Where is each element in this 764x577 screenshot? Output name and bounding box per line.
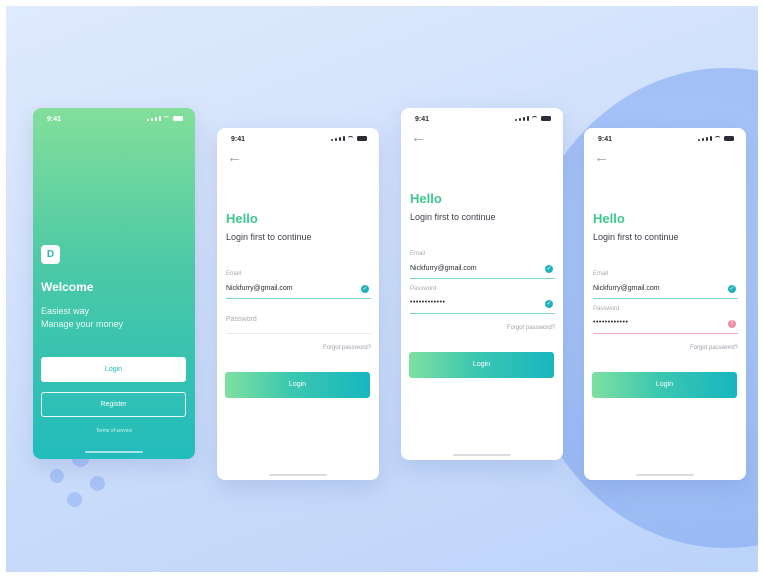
forgot-password-link[interactable]: Forgot password? <box>507 325 555 331</box>
battery-icon <box>173 116 183 121</box>
back-arrow-icon[interactable]: ← <box>594 150 609 165</box>
status-bar: 9:41 <box>584 128 746 150</box>
hello-heading: Hello <box>226 211 258 226</box>
login-button[interactable]: Login <box>592 372 737 398</box>
welcome-phone: 9:41 D Welcome Easiest way Manage your m… <box>33 108 195 459</box>
login-subtitle: Login first to continue <box>226 232 312 242</box>
email-label: Email <box>593 271 609 277</box>
password-label: Password <box>410 286 437 292</box>
forgot-password-link[interactable]: Forgot password? <box>323 345 371 351</box>
login-phone-error: 9:41 ← Hello Login first to continue Ema… <box>584 128 746 480</box>
decor-dot <box>90 476 105 491</box>
login-subtitle: Login first to continue <box>410 212 496 222</box>
signal-icon <box>159 116 161 121</box>
signal-icon <box>155 117 157 121</box>
battery-icon <box>724 136 734 141</box>
signal-icon <box>519 118 521 121</box>
wifi-icon <box>347 136 354 141</box>
decor-dot <box>50 469 64 483</box>
email-label: Email <box>226 271 242 277</box>
battery-icon <box>541 116 551 121</box>
email-field[interactable]: Nickfurry@gmail.com <box>410 265 477 272</box>
signal-icon <box>706 137 708 141</box>
password-valid-check-icon: ✓ <box>545 300 553 308</box>
signal-icon <box>698 139 700 141</box>
status-icons <box>698 136 734 141</box>
wifi-icon <box>531 116 538 121</box>
signal-icon <box>527 116 529 121</box>
signal-icon <box>339 137 341 141</box>
wifi-icon <box>714 136 721 141</box>
email-field[interactable]: Nickfurry@gmail.com <box>226 285 293 292</box>
battery-icon <box>357 136 367 141</box>
app-logo: D <box>41 245 60 264</box>
password-underline <box>226 333 371 334</box>
password-underline-error <box>593 333 738 334</box>
status-time: 9:41 <box>231 136 246 143</box>
password-field[interactable]: •••••••••••• <box>410 299 445 306</box>
login-button[interactable]: Login <box>225 372 370 398</box>
tagline-line2: Manage your money <box>41 319 124 329</box>
back-arrow-icon[interactable]: ← <box>227 150 242 165</box>
home-indicator <box>453 454 511 456</box>
status-icons <box>515 116 551 121</box>
hello-heading: Hello <box>593 211 625 226</box>
signal-icon <box>335 138 337 141</box>
back-arrow-icon[interactable]: ← <box>411 130 426 145</box>
login-phone-valid: 9:41 ← Hello Login first to continue Ema… <box>401 108 563 460</box>
email-field[interactable]: Nickfurry@gmail.com <box>593 285 660 292</box>
home-indicator <box>636 474 694 476</box>
password-field[interactable]: Password <box>226 316 257 323</box>
password-field[interactable]: •••••••••••• <box>593 319 628 326</box>
password-error-icon: ! <box>728 320 736 328</box>
register-button[interactable]: Register <box>41 392 186 417</box>
status-icons <box>147 116 183 121</box>
email-underline <box>410 278 555 279</box>
email-underline <box>226 298 371 299</box>
email-label: Email <box>410 251 426 257</box>
status-time: 9:41 <box>598 136 613 143</box>
login-button[interactable]: Login <box>409 352 554 378</box>
login-subtitle: Login first to continue <box>593 232 679 242</box>
hello-heading: Hello <box>410 191 442 206</box>
decor-dot <box>67 492 82 507</box>
status-bar: 9:41 <box>401 108 563 130</box>
tagline-line1: Easiest way <box>41 306 90 316</box>
email-underline <box>593 298 738 299</box>
home-indicator <box>269 474 327 476</box>
signal-icon <box>147 119 149 121</box>
status-bar: 9:41 <box>33 108 195 130</box>
signal-icon <box>515 119 517 121</box>
wifi-icon <box>163 116 170 121</box>
login-button[interactable]: Login <box>41 357 186 382</box>
signal-icon <box>343 136 345 141</box>
status-time: 9:41 <box>415 116 430 123</box>
forgot-password-link[interactable]: Forgot password? <box>690 345 738 351</box>
signal-icon <box>151 118 153 121</box>
status-time: 9:41 <box>47 116 62 123</box>
welcome-title: Welcome <box>41 280 94 294</box>
status-icons <box>331 136 367 141</box>
home-indicator <box>85 451 143 453</box>
signal-icon <box>523 117 525 121</box>
showcase-canvas: 9:41 D Welcome Easiest way Manage your m… <box>6 6 758 572</box>
status-bar: 9:41 <box>217 128 379 150</box>
signal-icon <box>710 136 712 141</box>
password-underline <box>410 313 555 314</box>
email-valid-check-icon: ✓ <box>728 285 736 293</box>
signal-icon <box>331 139 333 141</box>
email-valid-check-icon: ✓ <box>361 285 369 293</box>
terms-link[interactable]: Terms of service <box>33 428 195 434</box>
password-label: Password <box>593 306 620 312</box>
email-valid-check-icon: ✓ <box>545 265 553 273</box>
signal-icon <box>702 138 704 141</box>
login-phone-empty: 9:41 ← Hello Login first to continue Ema… <box>217 128 379 480</box>
